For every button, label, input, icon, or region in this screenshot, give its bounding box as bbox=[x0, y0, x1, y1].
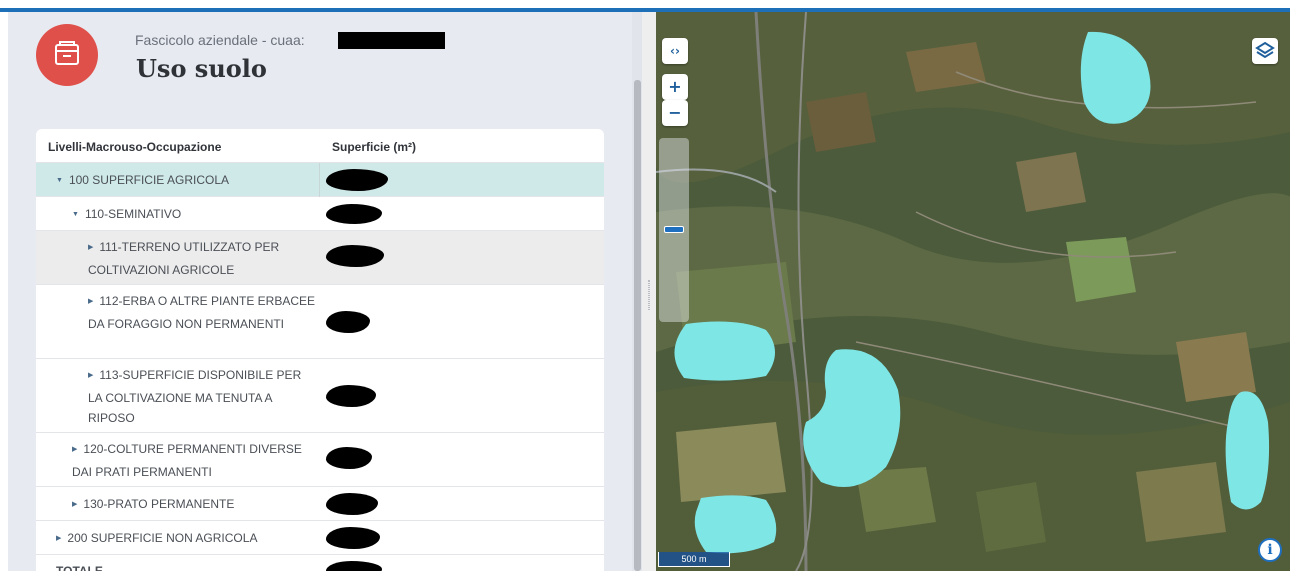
table-row[interactable]: ▶ 200 SUPERFICIE NON AGRICOLA bbox=[36, 521, 604, 555]
table-header: Livelli-Macrouso-Occupazione Superficie … bbox=[36, 129, 604, 163]
redacted-area-value bbox=[326, 385, 376, 407]
zoom-out-button[interactable]: − bbox=[662, 100, 688, 126]
collapsed-icon[interactable]: ▶ bbox=[72, 446, 77, 453]
zoom-in-button[interactable]: + bbox=[662, 74, 688, 100]
row-label: ▶ 112-ERBA O ALTRE PIANTE ERBACEE DA FORA… bbox=[88, 294, 316, 331]
row-label: ▼ 100 SUPERFICIE AGRICOLA bbox=[56, 173, 229, 187]
expanded-icon[interactable]: ▼ bbox=[72, 211, 79, 218]
land-use-table: Livelli-Macrouso-Occupazione Superficie … bbox=[36, 129, 604, 571]
page-subtitle: Fascicolo aziendale - cuaa: bbox=[135, 32, 305, 48]
redacted-cuaa bbox=[338, 32, 445, 49]
redacted-area-value bbox=[326, 527, 380, 549]
collapsed-icon[interactable]: ▶ bbox=[88, 372, 93, 379]
redacted-area-value bbox=[326, 245, 384, 267]
table-row[interactable]: ▶ 120-COLTURE PERMANENTI DIVERSE DAI PRAT… bbox=[36, 433, 604, 487]
table-row[interactable]: ▶ 130-PRATO PERMANENTE bbox=[36, 487, 604, 521]
row-label: ▶ 130-PRATO PERMANENTE bbox=[72, 497, 235, 511]
column-header-area: Superficie (m²) bbox=[332, 140, 417, 154]
collapsed-icon[interactable]: ▶ bbox=[72, 501, 77, 508]
table-row-total: TOTALE bbox=[36, 555, 604, 571]
page-title: Uso suolo bbox=[136, 54, 267, 83]
table-row[interactable]: ▼ 110-SEMINATIVO bbox=[36, 197, 604, 231]
redacted-area-value bbox=[326, 169, 388, 191]
cell-divider bbox=[319, 163, 320, 197]
redacted-area-value bbox=[326, 447, 372, 469]
redacted-area-value bbox=[326, 204, 382, 224]
map-view[interactable]: ‹› + − 500 m i bbox=[656, 12, 1290, 571]
collapsed-icon[interactable]: ▶ bbox=[88, 244, 93, 251]
folder-icon bbox=[55, 41, 79, 65]
app-window: Fascicolo aziendale - cuaa: Uso suolo Li… bbox=[0, 0, 1290, 571]
folder-icon-badge bbox=[36, 24, 98, 86]
table-row[interactable]: ▶ 112-ERBA O ALTRE PIANTE ERBACEE DA FORA… bbox=[36, 285, 604, 359]
expanded-icon[interactable]: ▼ bbox=[56, 177, 63, 184]
layers-icon bbox=[1255, 41, 1275, 59]
collapsed-icon[interactable]: ▶ bbox=[56, 535, 61, 542]
scale-bar: 500 m bbox=[658, 552, 730, 567]
redacted-area-value bbox=[326, 493, 378, 515]
redacted-area-value bbox=[326, 561, 382, 571]
column-header-levels: Livelli-Macrouso-Occupazione bbox=[48, 140, 222, 154]
info-button[interactable]: i bbox=[1258, 538, 1282, 562]
row-label: TOTALE bbox=[56, 564, 103, 571]
zoom-slider-handle[interactable] bbox=[664, 226, 684, 233]
redacted-area-value bbox=[326, 311, 370, 333]
satellite-imagery bbox=[656, 12, 1290, 571]
table-row[interactable]: ▼ 100 SUPERFICIE AGRICOLA bbox=[36, 163, 604, 197]
scrollbar-thumb[interactable] bbox=[634, 80, 641, 571]
table-row[interactable]: ▶ 113-SUPERFICIE DISPONIBILE PER LA COLTI… bbox=[36, 359, 604, 433]
splitter-grip[interactable] bbox=[648, 280, 650, 310]
row-label: ▶ 200 SUPERFICIE NON AGRICOLA bbox=[56, 531, 258, 545]
row-label: ▶ 113-SUPERFICIE DISPONIBILE PER LA COLTI… bbox=[88, 368, 302, 425]
toggle-panel-button[interactable]: ‹› bbox=[662, 38, 688, 64]
table-row[interactable]: ▶ 111-TERRENO UTILIZZATO PER COLTIVAZIONI… bbox=[36, 231, 604, 285]
left-panel: Fascicolo aziendale - cuaa: Uso suolo Li… bbox=[8, 12, 642, 571]
row-label: ▶ 120-COLTURE PERMANENTI DIVERSE DAI PRAT… bbox=[72, 442, 302, 479]
collapsed-icon[interactable]: ▶ bbox=[88, 298, 93, 305]
row-label: ▼ 110-SEMINATIVO bbox=[72, 207, 182, 221]
layers-button[interactable] bbox=[1252, 38, 1278, 64]
row-label: ▶ 111-TERRENO UTILIZZATO PER COLTIVAZIONI… bbox=[88, 240, 280, 277]
